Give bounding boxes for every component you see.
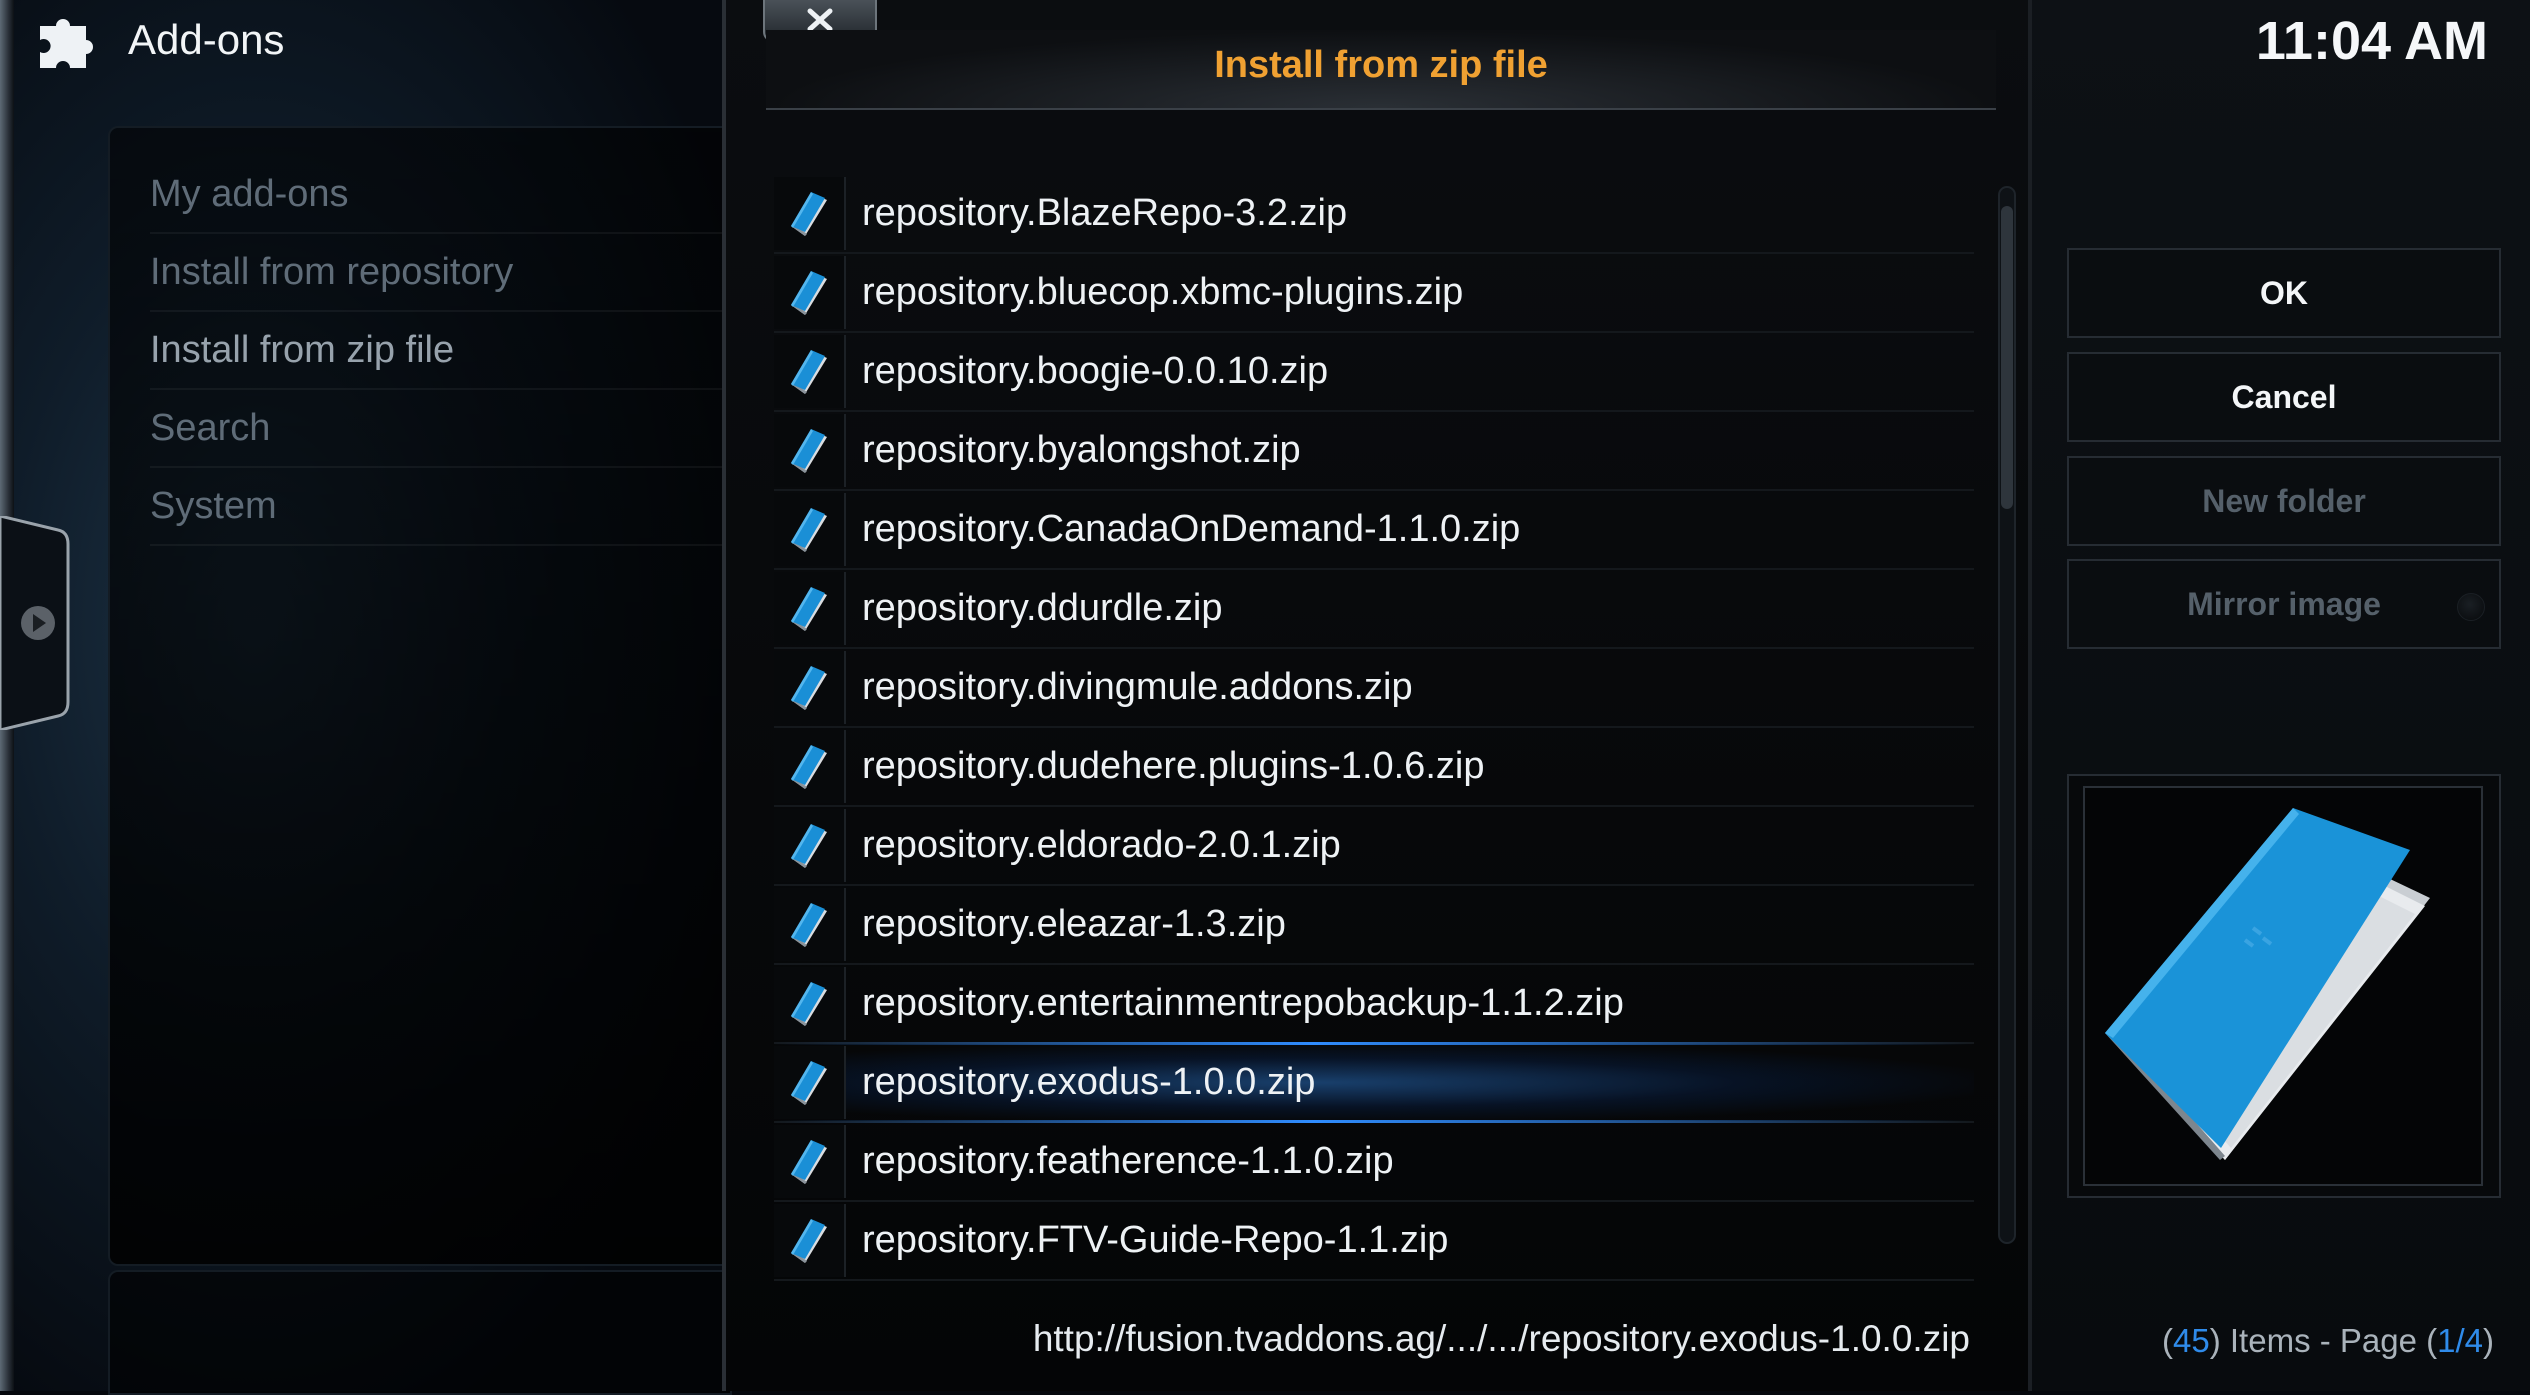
app-title: Add-ons <box>128 16 285 63</box>
ok-button-label: OK <box>2260 274 2308 311</box>
file-list: repository.BlazeRepo-3.2.zip repository.b… <box>774 175 1974 1281</box>
zip-file-icon <box>774 888 846 961</box>
menu-item-install-from-zip-file[interactable]: Install from zip file <box>150 312 730 390</box>
mirror-image-label: Mirror image <box>2187 585 2381 622</box>
file-name: repository.entertainmentrepobackup-1.1.2… <box>862 982 1624 1024</box>
app-header: Add-ons <box>34 8 284 72</box>
mirror-image-radio[interactable] <box>2457 593 2485 621</box>
file-list-item[interactable]: repository.exodus-1.0.0.zip <box>774 1042 1974 1123</box>
cancel-button[interactable]: Cancel <box>2067 352 2501 442</box>
menu-item-search[interactable]: Search <box>150 390 730 468</box>
zip-file-icon <box>774 335 846 408</box>
file-list-item[interactable]: repository.BlazeRepo-3.2.zip <box>774 175 1974 254</box>
puzzle-piece-icon <box>40 19 93 68</box>
new-folder-button[interactable]: New folder <box>2067 456 2501 546</box>
cancel-button-label: Cancel <box>2231 378 2337 415</box>
zip-file-icon <box>774 967 846 1040</box>
file-name: repository.boogie-0.0.10.zip <box>862 350 1329 392</box>
dialog-title-bar: Install from zip file <box>766 30 1996 110</box>
addons-menu: My add-ons Install from repository Insta… <box>110 156 730 546</box>
zip-file-icon <box>774 493 846 566</box>
file-list-item[interactable]: repository.eldorado-2.0.1.zip <box>774 807 1974 886</box>
addons-menu-panel: My add-ons Install from repository Insta… <box>108 126 732 1266</box>
menu-item-system[interactable]: System <box>150 468 730 546</box>
zip-file-icon <box>774 1204 846 1277</box>
file-list-item[interactable]: repository.dudehere.plugins-1.0.6.zip <box>774 728 1974 807</box>
zip-file-icon <box>774 572 846 645</box>
zip-file-large-icon <box>2105 808 2430 1160</box>
side-menu-handle[interactable] <box>0 516 70 730</box>
install-zip-dialog: Install from zip file repository.BlazeRe… <box>722 0 2032 1391</box>
dialog-title: Install from zip file <box>1214 44 1548 86</box>
scrollbar-thumb[interactable] <box>2001 206 2013 509</box>
item-count: 45 <box>2173 1322 2210 1359</box>
zip-file-icon <box>774 651 846 724</box>
clock: 11:04 AM <box>2255 11 2488 71</box>
file-list-item[interactable]: repository.byalongshot.zip <box>774 412 1974 491</box>
page-info: (45) Items - Page (1/4) <box>2162 1322 2494 1359</box>
file-name: repository.ddurdle.zip <box>862 587 1223 629</box>
scrollbar[interactable] <box>1998 186 2016 1244</box>
zip-file-icon <box>774 809 846 882</box>
file-list-item[interactable]: repository.CanadaOnDemand-1.1.0.zip <box>774 491 1974 570</box>
file-list-item[interactable]: repository.FTV-Guide-Repo-1.1.zip <box>774 1202 1974 1281</box>
file-name: repository.bluecop.xbmc-plugins.zip <box>862 271 1464 313</box>
file-name: repository.dudehere.plugins-1.0.6.zip <box>862 745 1485 787</box>
file-name: repository.FTV-Guide-Repo-1.1.zip <box>862 1219 1449 1261</box>
file-list-item[interactable]: repository.eleazar-1.3.zip <box>774 886 1974 965</box>
menu-item-my-addons[interactable]: My add-ons <box>150 156 730 234</box>
page-number: 1/4 <box>2437 1322 2483 1359</box>
file-name: repository.byalongshot.zip <box>862 429 1301 471</box>
zip-file-icon <box>774 256 846 329</box>
file-list-item[interactable]: repository.entertainmentrepobackup-1.1.2… <box>774 965 1974 1044</box>
zip-file-icon <box>774 1125 846 1198</box>
zip-file-icon <box>774 730 846 803</box>
file-name: repository.eleazar-1.3.zip <box>862 903 1286 945</box>
right-panel: 11:04 AM OK Cancel New folder Mirror ima… <box>2032 0 2530 1391</box>
zip-file-icon <box>774 1046 846 1119</box>
menu-item-install-from-repository[interactable]: Install from repository <box>150 234 730 312</box>
file-list-item[interactable]: repository.divingmule.addons.zip <box>774 649 1974 728</box>
file-name: repository.BlazeRepo-3.2.zip <box>862 192 1348 234</box>
file-list-item[interactable]: repository.boogie-0.0.10.zip <box>774 333 1974 412</box>
file-name: repository.exodus-1.0.0.zip <box>862 1061 1316 1103</box>
items-page-text: ) Items - Page ( <box>2209 1322 2438 1359</box>
file-name: repository.divingmule.addons.zip <box>862 666 1413 708</box>
file-preview-frame <box>2067 774 2501 1198</box>
file-name: repository.eldorado-2.0.1.zip <box>862 824 1341 866</box>
file-list-item[interactable]: repository.bluecop.xbmc-plugins.zip <box>774 254 1974 333</box>
zip-file-icon <box>774 177 846 250</box>
file-name: repository.featherence-1.1.0.zip <box>862 1140 1394 1182</box>
file-list-item[interactable]: repository.ddurdle.zip <box>774 570 1974 649</box>
ok-button[interactable]: OK <box>2067 248 2501 338</box>
zip-file-icon <box>774 414 846 487</box>
mirror-image-toggle[interactable]: Mirror image <box>2067 559 2501 649</box>
selected-file-path: http://fusion.tvaddons.ag/.../.../reposi… <box>1032 1318 1970 1359</box>
new-folder-button-label: New folder <box>2202 482 2366 519</box>
menu-footer-panel <box>108 1270 732 1395</box>
file-name: repository.CanadaOnDemand-1.1.0.zip <box>862 508 1521 550</box>
file-list-item[interactable]: repository.featherence-1.1.0.zip <box>774 1123 1974 1202</box>
file-preview <box>2083 786 2483 1186</box>
